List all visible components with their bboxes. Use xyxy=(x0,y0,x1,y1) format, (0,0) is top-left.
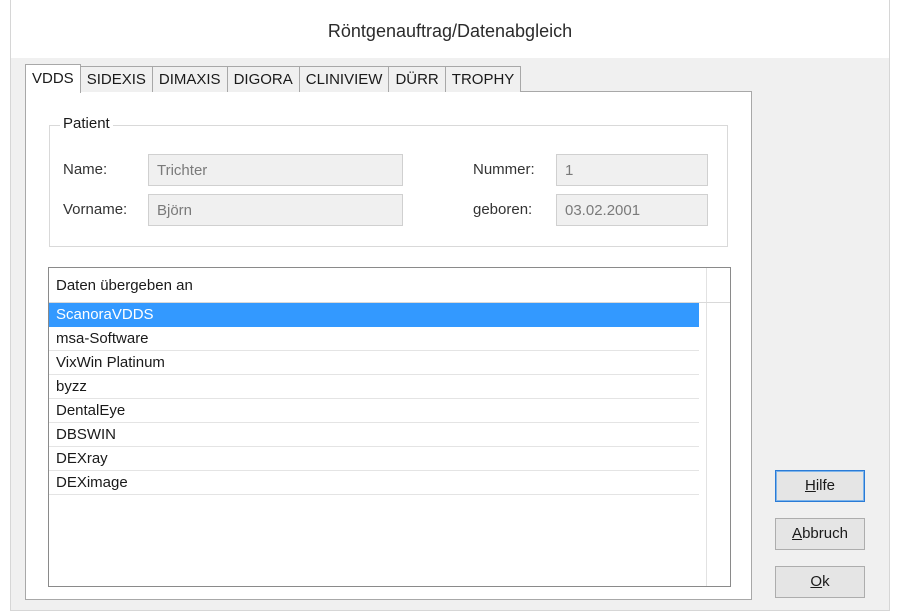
list-item-vixwin-platinum[interactable]: VixWin Platinum xyxy=(49,351,699,375)
nummer-field[interactable] xyxy=(556,154,708,186)
tab-duerr[interactable]: DÜRR xyxy=(389,66,446,92)
list-column-separator xyxy=(706,268,707,586)
name-field[interactable] xyxy=(148,154,403,186)
help-button[interactable]: Hilfe xyxy=(775,470,865,502)
list-item-byzz[interactable]: byzz xyxy=(49,375,699,399)
cancel-button[interactable]: Abbruch xyxy=(775,518,865,550)
tab-trophy[interactable]: TROPHY xyxy=(445,66,522,92)
tab-panel-vdds: Patient Name: Vorname: Nummer: geboren: … xyxy=(25,91,752,600)
target-listbox[interactable]: Daten übergeben an ScanoraVDDS msa-Softw… xyxy=(48,267,731,587)
vorname-label: Vorname: xyxy=(63,201,128,218)
list-item-deximage[interactable]: DEXimage xyxy=(49,471,699,495)
cancel-button-label: bbruch xyxy=(802,525,848,542)
window-title: Röntgenauftrag/Datenabgleich xyxy=(11,0,889,58)
ok-button[interactable]: Ok xyxy=(775,566,865,598)
nummer-label: Nummer: xyxy=(473,161,535,178)
vorname-field[interactable] xyxy=(148,194,403,226)
cancel-button-accel: A xyxy=(792,525,803,542)
tab-digora[interactable]: DIGORA xyxy=(227,66,300,92)
list-item-msa-software[interactable]: msa-Software xyxy=(49,327,699,351)
dialog-window: Röntgenauftrag/Datenabgleich VDDS SIDEXI… xyxy=(10,0,890,611)
list-item-empty xyxy=(49,495,699,519)
ok-button-accel: O xyxy=(810,573,823,590)
patient-groupbox: Patient Name: Vorname: Nummer: geboren: xyxy=(49,115,728,247)
geboren-field[interactable] xyxy=(556,194,708,226)
ok-button-label: k xyxy=(822,573,830,590)
tab-cliniview[interactable]: CLINIVIEW xyxy=(299,66,390,92)
help-button-accel: H xyxy=(804,477,816,494)
geboren-label: geboren: xyxy=(473,201,533,218)
list-item-dexray[interactable]: DEXray xyxy=(49,447,699,471)
tab-bar: VDDS SIDEXIS DIMAXIS DIGORA CLINIVIEW DÜ… xyxy=(25,64,522,93)
list-item-dbswin[interactable]: DBSWIN xyxy=(49,423,699,447)
tab-dimaxis[interactable]: DIMAXIS xyxy=(152,66,228,92)
list-item-scanoravdds[interactable]: ScanoraVDDS xyxy=(49,303,699,327)
tab-sidexis[interactable]: SIDEXIS xyxy=(80,66,153,92)
list-item-dentaleye[interactable]: DentalEye xyxy=(49,399,699,423)
tab-vdds[interactable]: VDDS xyxy=(25,64,81,93)
list-header: Daten übergeben an xyxy=(49,268,730,303)
patient-group-label: Patient xyxy=(60,115,113,132)
help-button-label: ilfe xyxy=(815,477,836,494)
name-label: Name: xyxy=(63,161,108,178)
